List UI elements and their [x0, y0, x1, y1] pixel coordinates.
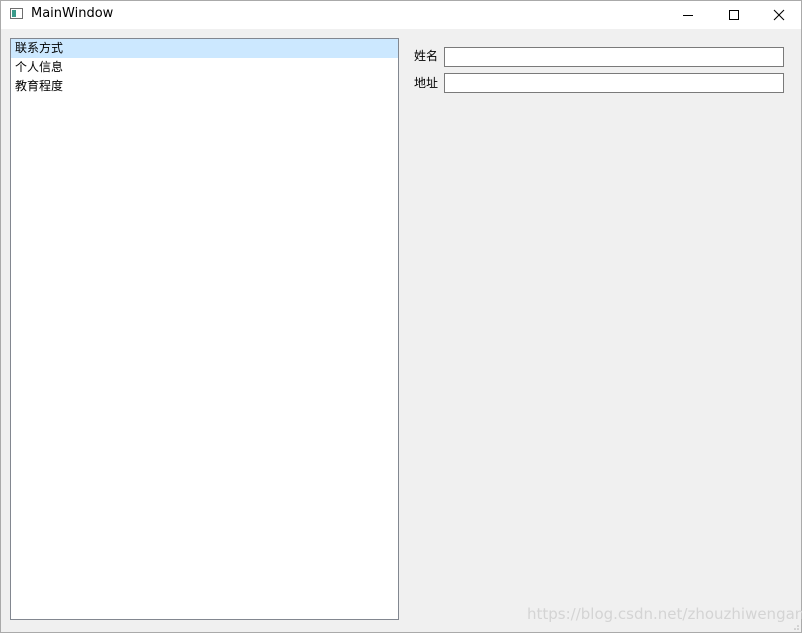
list-item-label: 教育程度: [15, 79, 64, 93]
list-item-label: 个人信息: [15, 60, 64, 74]
watermark: https://blog.csdn.net/zhouzhiwengang: [527, 605, 802, 623]
list-item-personal-info[interactable]: 个人信息: [11, 58, 398, 77]
name-label: 姓名: [414, 49, 439, 63]
category-list[interactable]: 联系方式 个人信息 教育程度: [10, 38, 399, 620]
list-item-label: 联系方式: [15, 41, 64, 55]
window-title: MainWindow: [31, 6, 114, 21]
title-bar[interactable]: MainWindow: [1, 1, 801, 29]
resize-grip-icon[interactable]: [790, 621, 800, 631]
maximize-button[interactable]: [711, 1, 757, 29]
list-item-contact[interactable]: 联系方式: [11, 39, 398, 58]
close-button[interactable]: [756, 1, 802, 29]
maximize-icon: [729, 10, 739, 20]
minimize-icon: [683, 15, 693, 16]
close-icon: [773, 9, 785, 21]
main-window: MainWindow 联系方式 个人信息 教育程度 姓名 地址 https://…: [0, 0, 802, 633]
app-window-icon: [10, 8, 23, 19]
name-input[interactable]: [444, 47, 784, 67]
list-item-education[interactable]: 教育程度: [11, 77, 398, 96]
address-label: 地址: [414, 76, 439, 90]
address-input[interactable]: [444, 73, 784, 93]
client-area: 联系方式 个人信息 教育程度 姓名 地址 https://blog.csdn.n…: [1, 29, 802, 632]
minimize-button[interactable]: [665, 1, 711, 29]
